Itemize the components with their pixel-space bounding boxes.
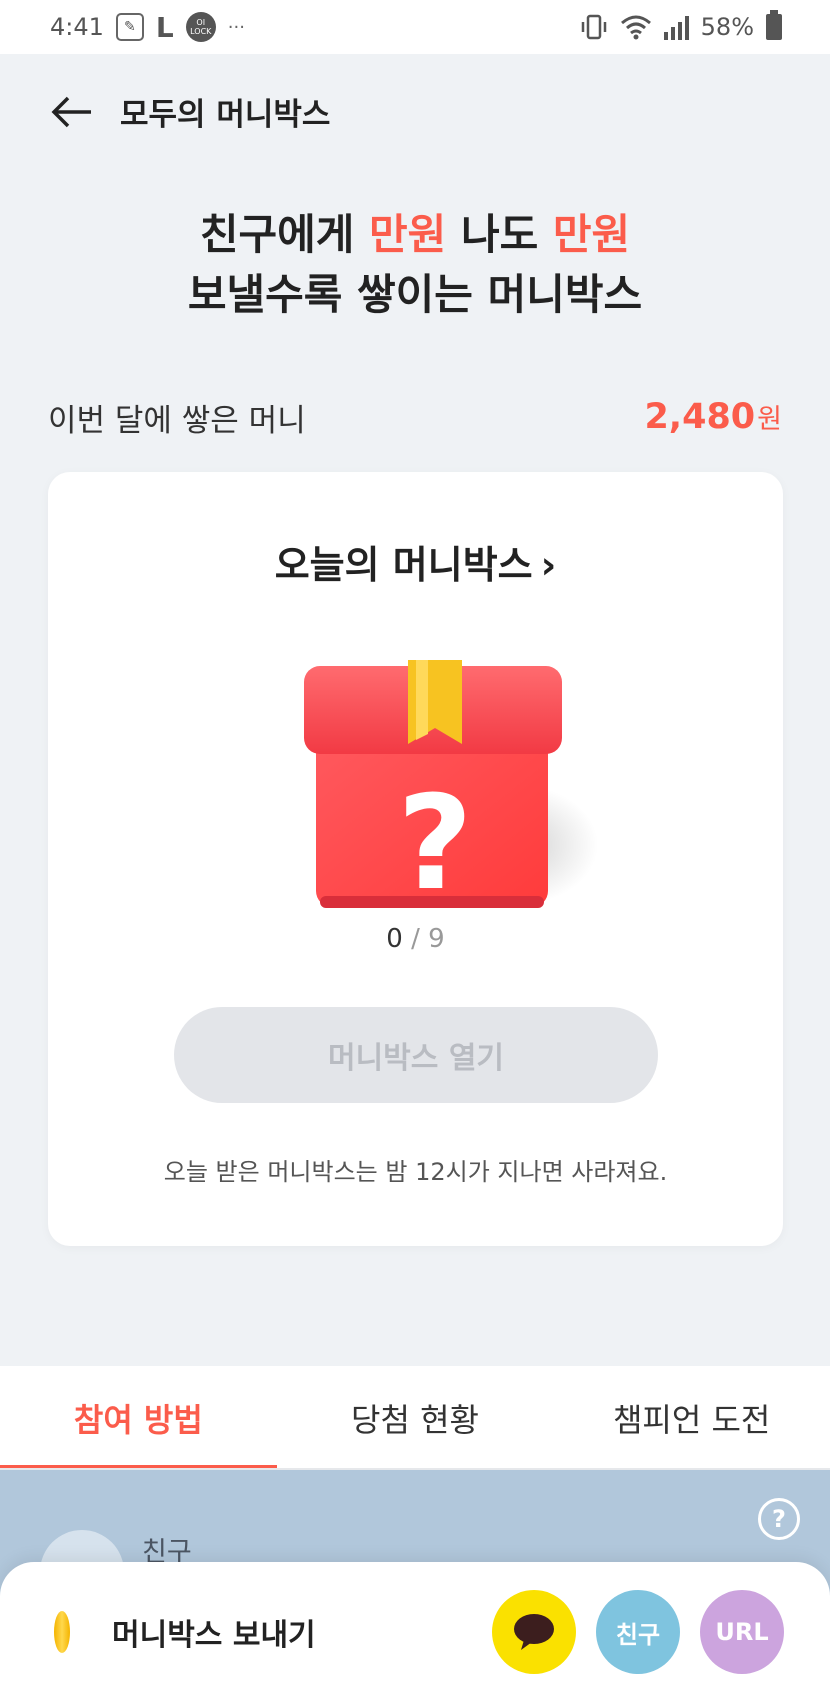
battery-icon — [766, 10, 782, 40]
help-icon[interactable]: ? — [758, 1498, 800, 1540]
hero-amount-2: 만원 — [552, 210, 631, 259]
status-bar: 4:41 ✎ L ОІ LOCK ··· 58% — [0, 0, 830, 54]
wifi-icon — [620, 15, 651, 40]
hero-amount-1: 만원 — [369, 210, 447, 259]
hero-line-2: 보낼수록 쌓이는 머니박스 — [187, 270, 643, 319]
chevron-right-icon: › — [540, 543, 557, 587]
notification-app-icon: ✎ — [115, 13, 144, 41]
open-moneybox-button[interactable]: 머니박스 열기 — [174, 1007, 658, 1103]
tab-how-to-join[interactable]: 참여 방법 — [0, 1366, 277, 1469]
moneybox-card: 오늘의 머니박스 › ? 0 / 9 머니박스 열기 오늘 받은 머니박스는 밤… — [48, 472, 783, 1246]
monthly-total-value: 2,480원 — [644, 397, 782, 437]
hero-text-1: 친구에게 — [199, 210, 370, 259]
hero-text-2: 나도 — [446, 210, 553, 259]
speech-bubble-icon — [514, 1614, 554, 1650]
counter-separator: / — [411, 924, 420, 954]
battery-percent: 58% — [700, 13, 754, 41]
back-arrow-icon — [51, 96, 91, 127]
signal-icon — [663, 14, 689, 40]
hero-headline: 친구에게 만원 나도 만원 보낼수록 쌓이는 머니박스 — [0, 205, 830, 325]
more-notifications-icon: ··· — [227, 16, 245, 38]
card-title: 오늘의 머니박스 — [274, 543, 533, 587]
tab-bar: 참여 방법 당첨 현황 챔피언 도전 — [0, 1366, 830, 1469]
counter-total: 9 — [428, 924, 445, 954]
app-header: 모두의 머니박스 — [0, 54, 830, 169]
monthly-total-amount: 2,480 — [644, 397, 756, 437]
line-app-icon: L — [155, 10, 174, 44]
share-buttons: 친구 URL — [492, 1590, 784, 1674]
url-share-button[interactable]: URL — [700, 1590, 784, 1674]
svg-text:?: ? — [397, 767, 472, 919]
send-moneybox-label: 머니박스 보내기 — [112, 1618, 316, 1653]
status-time: 4:41 — [50, 13, 104, 41]
coin-icon — [54, 1611, 70, 1653]
tab-winners[interactable]: 당첨 현황 — [277, 1366, 554, 1469]
friend-share-button[interactable]: 친구 — [596, 1590, 680, 1674]
moneybox-counter: 0 / 9 — [48, 924, 783, 954]
gift-box-icon: ? — [304, 660, 598, 919]
back-button[interactable] — [48, 88, 96, 136]
status-bar-left: 4:41 ✎ L ОІ LOCK ··· — [50, 11, 245, 44]
lock-app-icon: ОІ LOCK — [185, 12, 216, 42]
monthly-total-unit: 원 — [757, 404, 782, 435]
status-bar-right: 58% — [580, 10, 782, 41]
page-title: 모두의 머니박스 — [120, 97, 331, 133]
expiry-note: 오늘 받은 머니박스는 밤 12시가 지나면 사라져요. — [163, 1158, 668, 1186]
hero-line-1: 친구에게 만원 나도 만원 — [0, 205, 830, 265]
kakaotalk-share-button[interactable] — [492, 1590, 576, 1674]
counter-current: 0 — [386, 924, 403, 954]
send-moneybox-sheet: 머니박스 보내기 친구 URL — [0, 1562, 830, 1702]
tab-champion-challenge[interactable]: 챔피언 도전 — [553, 1366, 830, 1469]
monthly-total-row: 이번 달에 쌓은 머니 2,480원 — [48, 392, 782, 442]
todays-moneybox-link[interactable]: 오늘의 머니박스 › — [48, 534, 783, 589]
monthly-total-label: 이번 달에 쌓은 머니 — [48, 402, 306, 439]
vibrate-icon — [581, 14, 606, 40]
